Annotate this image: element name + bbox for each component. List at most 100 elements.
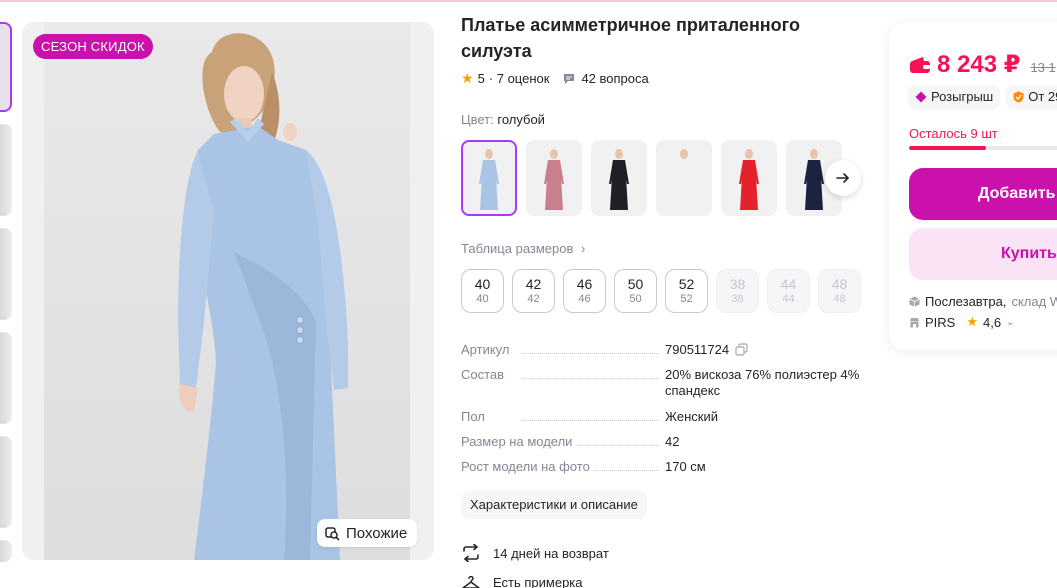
product-title: Платье асимметричное приталенного силуэт…: [461, 15, 800, 61]
size-option: 44 44: [767, 269, 810, 313]
size-option[interactable]: 50 50: [614, 269, 657, 313]
thumbnail-strip: [0, 22, 12, 562]
buy-now-button[interactable]: Купить: [909, 228, 1057, 280]
size-eu: 46: [578, 293, 591, 305]
spec-key: Артикул: [461, 342, 514, 358]
raffle-chip[interactable]: Розыгрыш: [908, 85, 1001, 109]
size-option[interactable]: 42 42: [512, 269, 555, 313]
size-option[interactable]: 52 52: [665, 269, 708, 313]
add-to-cart-button[interactable]: Добавить: [909, 168, 1057, 220]
swatch-model-figure: [739, 149, 759, 210]
size-eu: 44: [782, 293, 795, 305]
size-table-label: Таблица размеров: [461, 241, 574, 256]
installment-label: От 29: [1028, 89, 1057, 104]
spec-value-text: Женский: [665, 409, 718, 424]
spec-value: Женский: [665, 409, 861, 425]
star-icon: ★: [966, 314, 978, 329]
size-eu: 40: [476, 293, 489, 305]
specifications-list: Артикул 790511724 Состав 20% вискоза 76% по…: [461, 342, 861, 484]
color-swatches: [461, 140, 842, 216]
spec-key: Рост модели на фото: [461, 459, 594, 475]
star-icon: ★: [461, 70, 474, 86]
return-arrows-icon: [463, 544, 479, 562]
swatches-next-button[interactable]: [825, 160, 861, 196]
size-eu: 38: [731, 293, 744, 305]
price-row: 8 243 ₽ 13 1: [909, 50, 1056, 79]
size-ru: 50: [627, 276, 644, 292]
product-main-image[interactable]: СЕЗОН СКИДОК Похожие: [22, 22, 434, 560]
size-option[interactable]: 40 40: [461, 269, 504, 313]
try-on-text: Есть примерка: [493, 575, 583, 588]
spec-key: Размер на модели: [461, 434, 577, 450]
size-ru: 42: [525, 276, 542, 292]
top-border: [0, 0, 1057, 2]
size-table-link[interactable]: Таблица размеров ›: [461, 241, 585, 256]
stock-text: Осталось 9 шт: [909, 126, 998, 141]
similar-button[interactable]: Похожие: [317, 519, 418, 547]
shield-icon: [1013, 91, 1024, 103]
size-eu: 48: [833, 293, 846, 305]
size-ru: 38: [729, 276, 746, 292]
swatch-model-figure: [544, 149, 564, 210]
color-swatch[interactable]: [591, 140, 647, 216]
box-icon: [909, 296, 920, 307]
size-eu: 42: [527, 293, 540, 305]
color-row: Цвет: голубой: [461, 112, 545, 127]
old-price: 13 1: [1030, 60, 1056, 75]
copy-icon[interactable]: [735, 343, 748, 356]
color-swatch[interactable]: [461, 140, 517, 216]
dress-model-photo: [178, 33, 348, 560]
questions-count[interactable]: 42 вопроса: [581, 71, 648, 86]
thumbnail-3[interactable]: [0, 228, 12, 320]
installment-chip[interactable]: От 29: [1006, 85, 1057, 109]
spec-leader-dots: [521, 420, 659, 421]
thumbnail-5[interactable]: [0, 436, 12, 528]
spec-row: Размер на модели 42: [461, 434, 861, 459]
color-label: Цвет:: [461, 112, 494, 127]
questions-icon: [564, 73, 575, 84]
buy-panel: 8 243 ₽ 13 1 Розыгрыш От 29 Осталось 9 ш…: [889, 22, 1057, 350]
size-ru: 46: [576, 276, 593, 292]
seller-name: PIRS: [925, 314, 956, 330]
spec-value-text: 42: [665, 434, 680, 449]
similar-label: Похожие: [346, 524, 408, 542]
arrow-right-icon: [836, 173, 849, 183]
similar-search-icon: [325, 526, 340, 540]
hanger-icon: [462, 575, 480, 588]
diamond-icon: [915, 91, 927, 103]
seller-info[interactable]: PIRS ★ 4,6 ⌄: [909, 314, 1014, 330]
seller-rating: 4,6: [983, 314, 1002, 330]
size-ru: 44: [780, 276, 797, 292]
size-ru: 48: [831, 276, 848, 292]
chevron-down-icon: ⌄: [1006, 316, 1015, 328]
chevron-right-icon: ›: [581, 241, 586, 256]
color-swatch[interactable]: [526, 140, 582, 216]
color-swatch[interactable]: [656, 140, 712, 216]
size-option[interactable]: 46 46: [563, 269, 606, 313]
thumbnail-1[interactable]: [0, 22, 12, 112]
spec-key: Пол: [461, 409, 489, 425]
thumbnail-6[interactable]: [0, 540, 12, 562]
description-button[interactable]: Характеристики и описание: [461, 491, 647, 519]
thumbnail-4[interactable]: [0, 332, 12, 424]
spec-value: 790511724: [665, 342, 861, 358]
thumbnail-2[interactable]: [0, 124, 12, 216]
current-price: 8 243 ₽: [937, 51, 1021, 78]
shop-icon: [910, 317, 919, 327]
delivery-info: Послезавтра, склад W: [909, 294, 1057, 309]
stock-bar: [909, 146, 1057, 150]
size-option: 48 48: [818, 269, 861, 313]
size-eu: 52: [680, 293, 693, 305]
rating-row[interactable]: ★ 5 · 7 оценок 42 вопроса: [461, 70, 649, 87]
color-swatch[interactable]: [721, 140, 777, 216]
swatch-model-figure: [674, 149, 694, 210]
delivery-place: склад W: [1011, 294, 1057, 309]
return-text: 14 дней на возврат: [493, 545, 609, 561]
rating-value: 5: [477, 71, 485, 86]
spec-row: Артикул 790511724: [461, 342, 861, 367]
spec-value-text: 790511724: [665, 342, 730, 357]
reviews-count[interactable]: · 7 оценок: [489, 71, 550, 86]
size-selector: 40 40 42 42 46 46 50 50 52 52 38 38 44 44 48 48: [461, 269, 861, 313]
return-info: 14 дней на возврат: [461, 544, 609, 562]
raffle-label: Розыгрыш: [931, 89, 994, 104]
